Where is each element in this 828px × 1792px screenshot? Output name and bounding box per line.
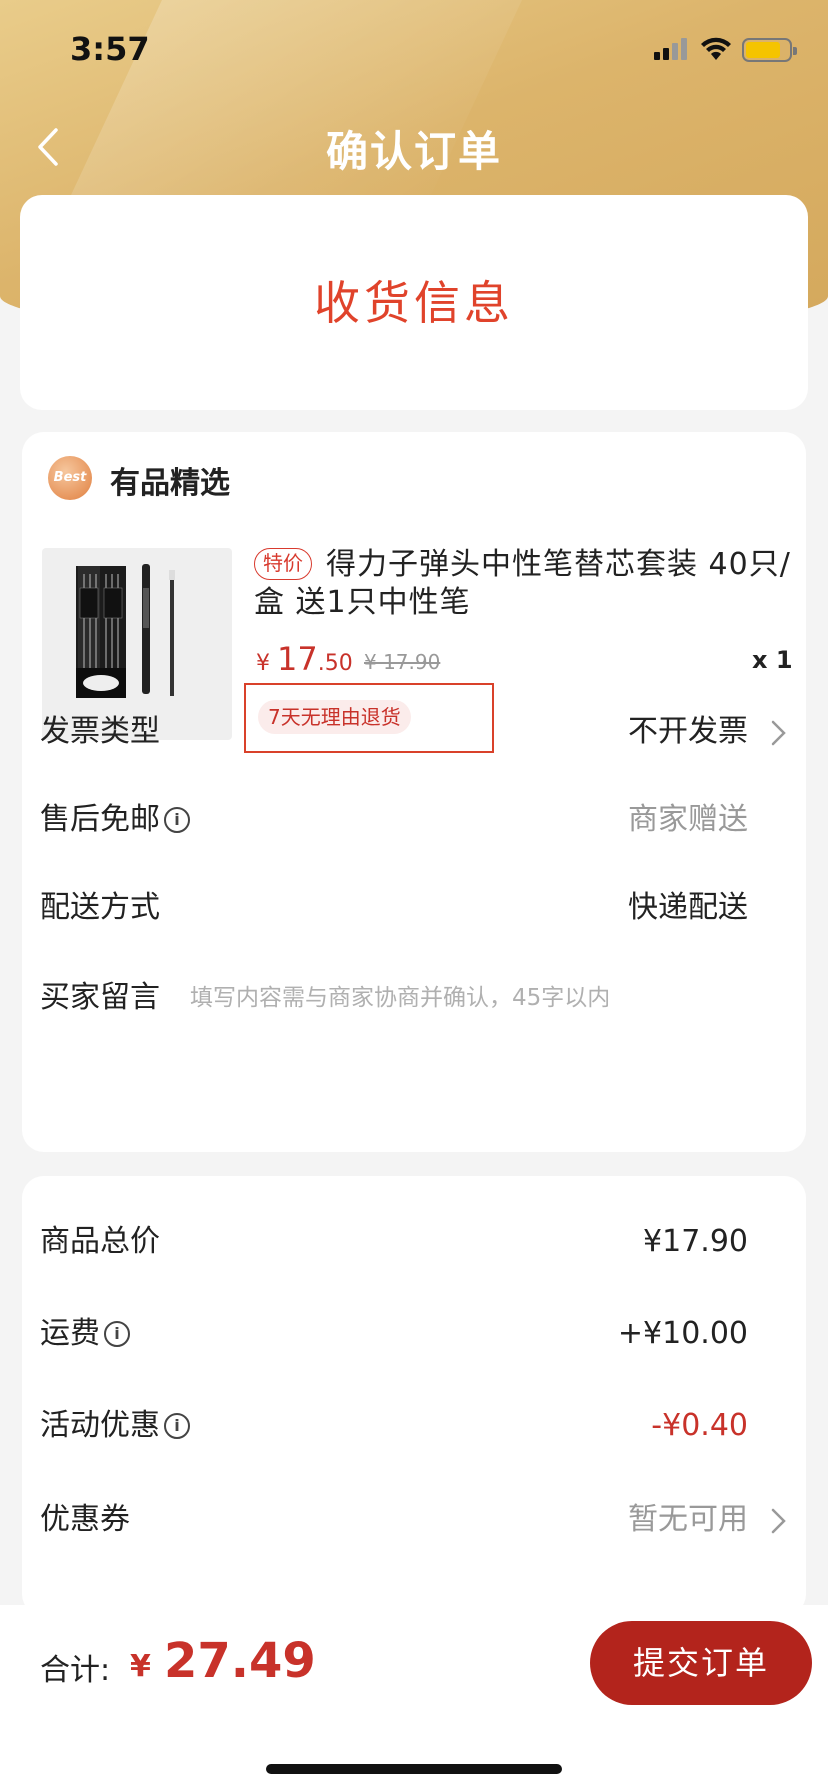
cellular-signal-icon <box>654 38 688 60</box>
info-icon[interactable]: i <box>104 1321 130 1347</box>
info-icon[interactable]: i <box>164 1413 190 1439</box>
goods-total-value: ¥17.90 <box>643 1224 748 1259</box>
submit-order-button[interactable]: 提交订单 <box>590 1621 812 1705</box>
product-quantity: x 1 <box>752 646 793 674</box>
aftersale-value: 商家赠送 <box>628 802 748 837</box>
promotion-label: 活动优惠 <box>40 1408 160 1443</box>
product-title: 得力子弹头中性笔替芯套装 40只/盒 送1只中性笔 <box>254 547 791 620</box>
wifi-icon <box>701 37 731 60</box>
invoice-type-value: 不开发票 <box>628 714 748 749</box>
total-currency: ¥ <box>130 1649 151 1684</box>
shipping-fee-row: 运费 i +¥10.00 <box>40 1294 792 1374</box>
product-price: ¥ 17.50 <box>256 640 353 678</box>
chevron-right-icon <box>771 720 786 746</box>
price-currency: ¥ <box>256 651 270 676</box>
shop-best-badge: Best <box>48 456 92 500</box>
aftersale-label-wrap: 售后免邮 i <box>40 780 190 860</box>
buyer-note-input[interactable] <box>190 958 750 1038</box>
aftersale-label: 售后免邮 <box>40 802 160 837</box>
coupon-row[interactable]: 优惠券 暂无可用 <box>40 1480 792 1560</box>
promotion-label-wrap: 活动优惠 i <box>40 1386 190 1466</box>
status-bar: 3:57 <box>0 0 828 100</box>
battery-icon <box>742 38 797 62</box>
coupon-label: 优惠券 <box>40 1502 130 1537</box>
page-title: 确认订单 <box>325 127 502 176</box>
shipping-fee-value: +¥10.00 <box>617 1316 748 1351</box>
goods-total-label: 商品总价 <box>40 1224 160 1259</box>
price-integer: 17 <box>277 640 318 678</box>
checkout-bottom-bar: 合计: ¥ 27.49 提交订单 <box>0 1605 828 1792</box>
coupon-value: 暂无可用 <box>628 1502 748 1537</box>
invoice-type-row[interactable]: 发票类型 不开发票 <box>40 692 792 772</box>
info-icon[interactable]: i <box>164 807 190 833</box>
buyer-note-label: 买家留言 <box>40 980 160 1015</box>
promotion-discount-value: -¥0.40 <box>651 1408 748 1443</box>
delivery-method-row: 配送方式 快递配送 <box>40 868 792 948</box>
shipping-fee-label: 运费 <box>40 1316 100 1351</box>
promotion-discount-row: 活动优惠 i -¥0.40 <box>40 1386 792 1466</box>
total-amount: 27.49 <box>164 1633 316 1689</box>
order-confirm-screen: 3:57 确认订单 收货信息 Best 有品精选 得力子弹头中性笔替芯套装 40… <box>0 0 828 1792</box>
shipping-address-card[interactable]: 收货信息 <box>20 195 808 410</box>
invoice-type-label: 发票类型 <box>40 714 160 749</box>
buyer-note-row: 买家留言 <box>40 958 792 1038</box>
total-label: 合计: <box>40 1653 111 1688</box>
goods-total-row: 商品总价 ¥17.90 <box>40 1202 792 1282</box>
delivery-method-label: 配送方式 <box>40 890 160 925</box>
status-time: 3:57 <box>70 30 150 68</box>
home-indicator <box>266 1764 562 1774</box>
shop-name: 有品精选 <box>110 466 230 501</box>
original-price: ¥ 17.90 <box>364 650 441 674</box>
chevron-right-icon <box>771 1508 786 1534</box>
shipping-info-label: 收货信息 <box>314 276 514 330</box>
aftersale-free-shipping-row: 售后免邮 i 商家赠送 <box>40 780 792 860</box>
shipping-fee-label-wrap: 运费 i <box>40 1294 130 1374</box>
price-decimal: .50 <box>317 651 353 676</box>
special-price-tag: 特价 <box>254 548 312 580</box>
delivery-method-value: 快递配送 <box>628 890 748 925</box>
